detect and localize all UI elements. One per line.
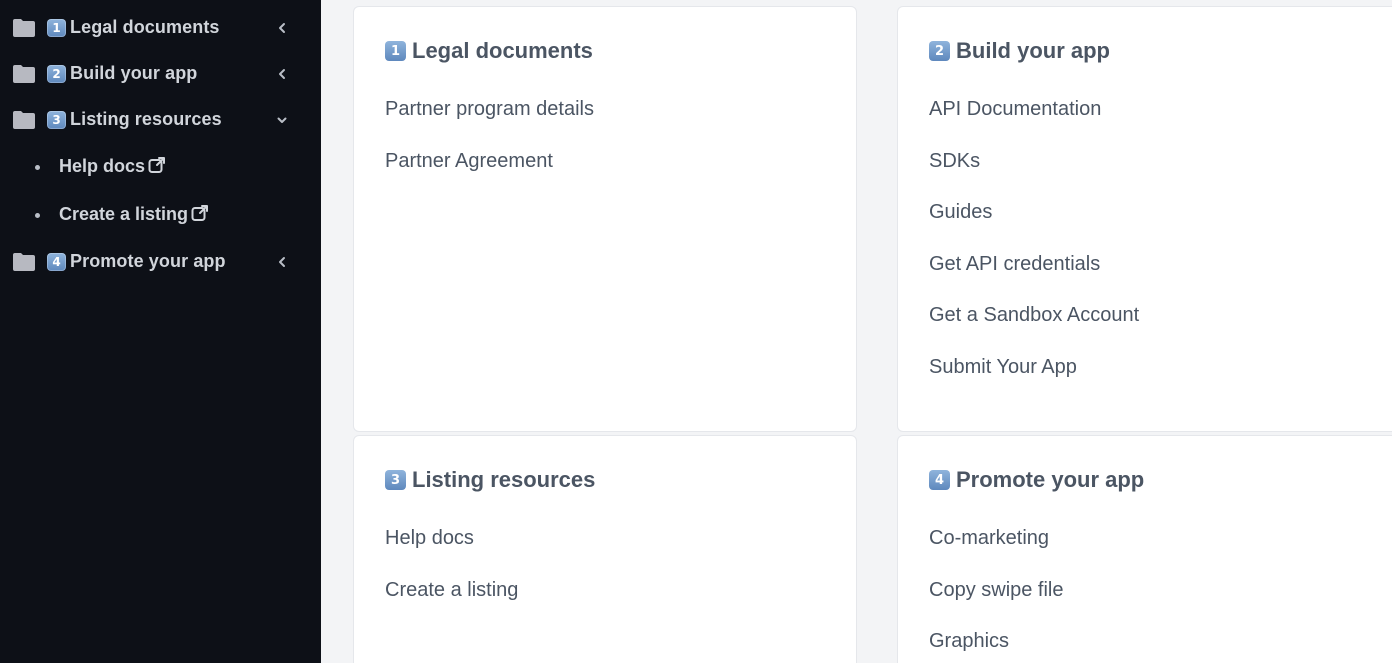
chevron-left-icon[interactable] <box>276 68 288 80</box>
card-title: 3 Listing resources <box>385 467 595 493</box>
card-link[interactable]: Partner program details <box>385 98 594 121</box>
card-link[interactable]: Co-marketing <box>929 527 1049 550</box>
chevron-left-icon[interactable] <box>276 22 288 34</box>
card-listing-resources: 3 Listing resources Help docs Create a l… <box>353 435 857 663</box>
card-link[interactable]: Graphics <box>929 630 1009 653</box>
sidebar-subitem-label: Help docs <box>59 156 166 177</box>
folder-icon <box>13 19 35 37</box>
sidebar-item-label: Legal documents <box>70 17 220 37</box>
number-badge: 3 <box>385 470 406 490</box>
card-promote-your-app: 4 Promote your app Co-marketing Copy swi… <box>897 435 1392 663</box>
chevron-down-icon[interactable] <box>276 114 288 126</box>
card-title-text: Build your app <box>956 38 1110 63</box>
card-title-text: Listing resources <box>412 467 596 492</box>
folder-icon <box>13 253 35 271</box>
card-link[interactable]: Guides <box>929 201 992 224</box>
sidebar-item-label: Promote your app <box>70 251 226 271</box>
sidebar-item-label: Build your app <box>70 63 198 83</box>
external-link-icon <box>148 157 166 173</box>
folder-icon <box>13 65 35 83</box>
card-link[interactable]: SDKs <box>929 150 980 173</box>
card-link[interactable]: API Documentation <box>929 98 1101 121</box>
number-badge: 1 <box>47 19 66 37</box>
number-badge: 3 <box>47 111 66 129</box>
chevron-left-icon[interactable] <box>276 256 288 268</box>
number-badge: 1 <box>385 41 406 61</box>
sidebar-subitem-label: Create a listing <box>59 204 209 225</box>
sidebar-item-listing-resources[interactable]: 3 Listing resources <box>0 100 321 140</box>
sidebar-subitem-text: Create a listing <box>59 204 189 224</box>
card-link[interactable]: Get API credentials <box>929 253 1100 276</box>
number-badge: 2 <box>929 41 950 61</box>
card-title: 4 Promote your app <box>929 467 1144 493</box>
folder-icon <box>13 111 35 129</box>
card-link[interactable]: Submit Your App <box>929 356 1077 379</box>
card-title: 1 Legal documents <box>385 38 593 64</box>
app-root: 1 Legal documents 2 Build your app 3 Lis… <box>0 0 1392 663</box>
external-link-icon <box>191 205 209 221</box>
card-title-text: Legal documents <box>412 38 593 63</box>
card-title-text: Promote your app <box>956 467 1145 492</box>
card-title: 2 Build your app <box>929 38 1110 64</box>
card-link[interactable]: Partner Agreement <box>385 150 553 173</box>
sidebar-item-promote-your-app[interactable]: 4 Promote your app <box>0 242 321 282</box>
number-badge: 4 <box>929 470 950 490</box>
bullet <box>35 213 40 218</box>
sidebar-subitem-help-docs[interactable]: Help docs <box>0 147 321 187</box>
card-link[interactable]: Help docs <box>385 527 474 550</box>
sidebar-item-legal-documents[interactable]: 1 Legal documents <box>0 8 321 48</box>
sidebar-subitem-create-a-listing[interactable]: Create a listing <box>0 195 321 235</box>
sidebar-item-build-your-app[interactable]: 2 Build your app <box>0 54 321 94</box>
bullet <box>35 165 40 170</box>
sidebar: 1 Legal documents 2 Build your app 3 Lis… <box>0 0 321 663</box>
card-legal-documents: 1 Legal documents Partner program detail… <box>353 6 857 432</box>
card-link[interactable]: Get a Sandbox Account <box>929 304 1139 327</box>
number-badge: 4 <box>47 253 66 271</box>
card-build-your-app: 2 Build your app API Documentation SDKs … <box>897 6 1392 432</box>
sidebar-item-label: Listing resources <box>70 109 222 129</box>
number-badge: 2 <box>47 65 66 83</box>
sidebar-subitem-text: Help docs <box>59 156 146 176</box>
card-link[interactable]: Create a listing <box>385 579 518 602</box>
card-link[interactable]: Copy swipe file <box>929 579 1064 602</box>
